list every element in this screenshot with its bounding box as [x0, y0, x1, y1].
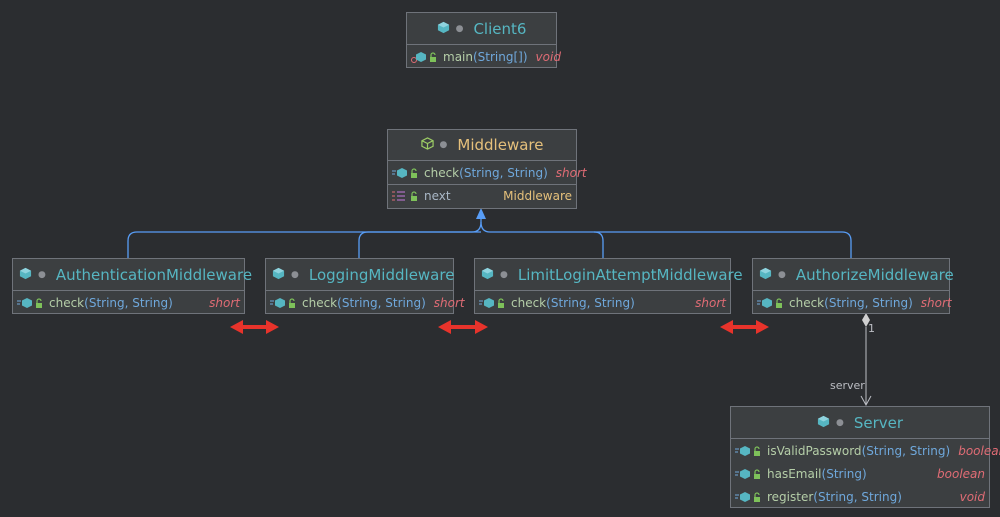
- method-icon: [17, 297, 43, 309]
- method-name: register: [767, 489, 814, 504]
- inheritance-arrowhead: [476, 208, 486, 219]
- edge-authorize-to-middleware: [594, 231, 852, 258]
- class-middleware[interactable]: ● Middleware check(String, String) short…: [387, 129, 587, 209]
- red-double-arrows: [230, 320, 769, 334]
- method-params: String, String: [817, 489, 898, 504]
- method-row[interactable]: isValidPassword(String, String) boolean: [731, 439, 1000, 462]
- class-limit-login-attempt-middleware[interactable]: ● LimitLoginAttemptMiddleware check(Stri…: [474, 258, 743, 314]
- class-client6[interactable]: ● Client6 main(String[]) void: [406, 12, 561, 68]
- double-arrow-3: [720, 320, 769, 334]
- abstract-class-icon: [420, 136, 434, 154]
- method-row[interactable]: check(String, String) short: [13, 291, 244, 314]
- method-name: check: [49, 295, 85, 310]
- method-params: String, String: [341, 295, 422, 310]
- method-row[interactable]: register(String, String) void: [731, 485, 989, 508]
- method-name: check: [789, 295, 825, 310]
- method-icon: [479, 297, 505, 309]
- class-name: LoggingMiddleware: [308, 265, 455, 284]
- method-params: String, String: [866, 443, 946, 458]
- class-icon: [817, 414, 830, 432]
- method-params: String, String: [828, 295, 909, 310]
- method-name: check: [302, 295, 338, 310]
- method-icon: [270, 297, 296, 309]
- method-icon: [735, 491, 761, 503]
- class-name: Middleware: [457, 136, 544, 154]
- method-name: hasEmail: [767, 466, 822, 481]
- method-params: String: [826, 466, 863, 481]
- visibility-dot: ●: [38, 269, 46, 280]
- method-return-type: short: [920, 295, 952, 310]
- visibility-dot: ●: [439, 140, 448, 150]
- class-name: Client6: [473, 19, 527, 38]
- method-row[interactable]: hasEmail(String) boolean: [731, 462, 989, 485]
- method-row[interactable]: check(String, String) short: [475, 291, 730, 314]
- class-icon: [19, 266, 32, 284]
- method-return-type: void: [535, 49, 561, 64]
- double-arrow-1: [230, 320, 279, 334]
- static-method-icon: [411, 51, 437, 63]
- method-row[interactable]: check(String, String) short: [388, 161, 587, 184]
- method-icon: [392, 167, 418, 179]
- role-label: server: [830, 379, 865, 392]
- field-name: next: [424, 189, 451, 203]
- class-name: LimitLoginAttemptMiddleware: [517, 265, 743, 284]
- visibility-dot: ●: [291, 269, 299, 280]
- field-type: Middleware: [503, 189, 572, 203]
- method-icon: [735, 468, 761, 480]
- method-row[interactable]: check(String, String) short: [266, 291, 465, 314]
- double-arrow-2: [438, 320, 488, 334]
- multiplicity-label: 1: [868, 322, 875, 335]
- method-icon: [757, 297, 783, 309]
- class-authorize-middleware[interactable]: ● AuthorizeMiddleware check(String, Stri…: [752, 258, 954, 314]
- class-icon: [759, 266, 772, 284]
- method-return-type: boolean: [958, 443, 1000, 458]
- edge-limitlogin-to-middleware: [480, 221, 604, 258]
- method-icon: [735, 445, 761, 457]
- edge-authentication-to-middleware: [127, 218, 482, 258]
- method-return-type: short: [695, 295, 726, 310]
- method-return-type: short: [555, 165, 587, 180]
- field-row[interactable]: next Middleware: [388, 184, 576, 207]
- method-name: isValidPassword: [767, 443, 862, 458]
- method-params: String, String: [463, 165, 544, 180]
- class-logging-middleware[interactable]: ● LoggingMiddleware check(String, String…: [265, 258, 465, 314]
- field-icon: [392, 190, 418, 202]
- method-params: String, String: [88, 295, 169, 310]
- method-name: check: [424, 165, 460, 180]
- method-row[interactable]: check(String, String) short: [753, 291, 952, 314]
- class-name: AuthenticationMiddleware: [55, 265, 253, 284]
- class-icon: [437, 20, 450, 38]
- method-return-type: short: [433, 295, 465, 310]
- visibility-dot: ●: [835, 417, 844, 428]
- visibility-dot: ●: [778, 269, 786, 280]
- method-params: String[]: [477, 49, 523, 64]
- edge-logging-to-middleware: [358, 231, 481, 258]
- method-return-type: short: [209, 295, 240, 310]
- class-server[interactable]: ● Server isValidPassword(String, String)…: [730, 406, 1000, 508]
- class-icon: [481, 266, 494, 284]
- method-name: check: [511, 295, 547, 310]
- inheritance-edges: [127, 218, 852, 258]
- method-params: String, String: [550, 295, 631, 310]
- method-name: main: [443, 49, 473, 64]
- class-name: Server: [853, 413, 904, 432]
- class-name: AuthorizeMiddleware: [795, 265, 954, 284]
- method-return-type: boolean: [937, 466, 985, 481]
- method-return-type: void: [959, 489, 985, 504]
- class-authentication-middleware[interactable]: ● AuthenticationMiddleware check(String,…: [12, 258, 252, 314]
- visibility-dot: ●: [500, 269, 508, 280]
- visibility-dot: ●: [455, 23, 464, 34]
- class-icon: [272, 266, 285, 284]
- method-row[interactable]: main(String[]) void: [407, 45, 561, 68]
